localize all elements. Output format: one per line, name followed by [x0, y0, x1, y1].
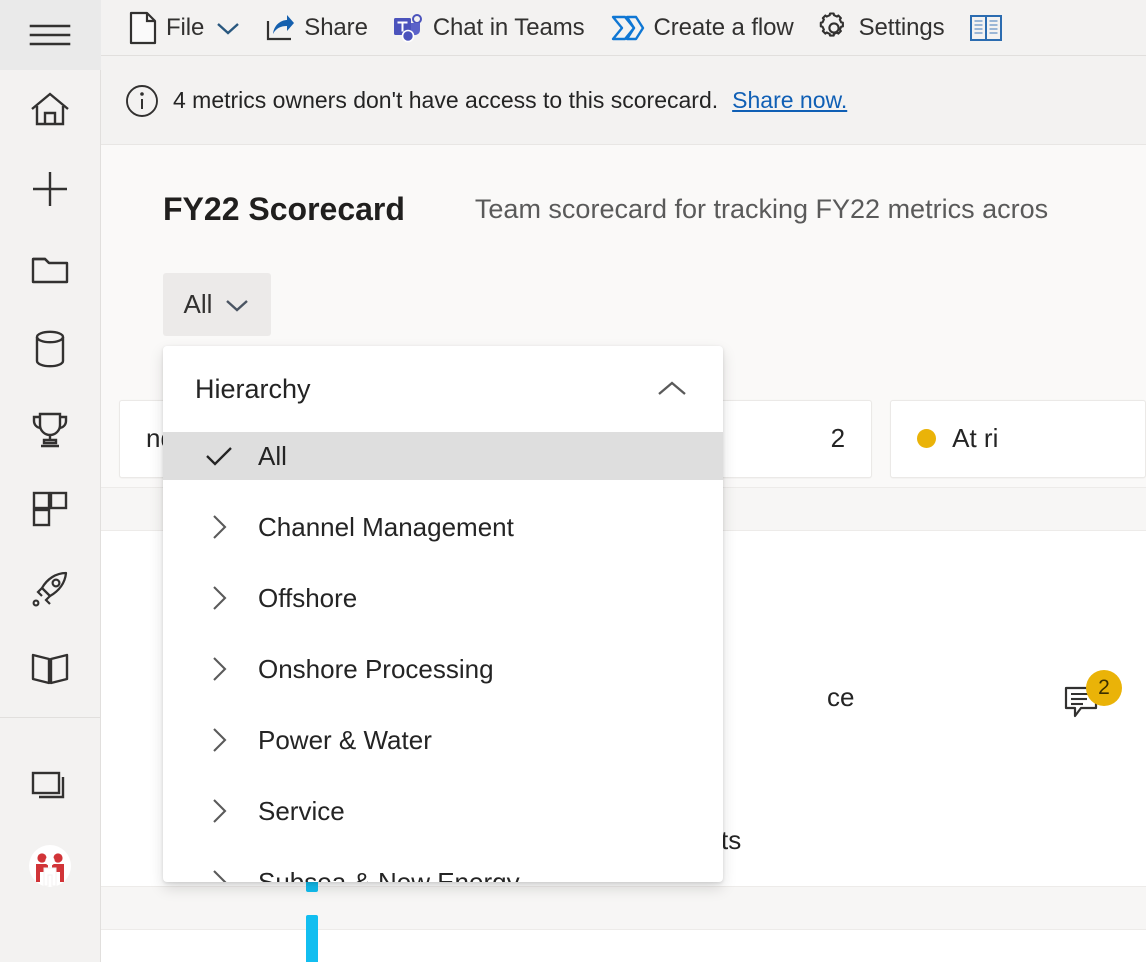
comment-count-button[interactable]: 2: [1063, 683, 1105, 721]
scorecard-header: FY22 Scorecard Team scorecard for tracki…: [101, 145, 1146, 273]
share-now-link[interactable]: Share now.: [732, 87, 847, 114]
page-title: FY22 Scorecard: [163, 191, 405, 228]
file-menu-label: File: [166, 14, 204, 42]
hierarchy-filter-button[interactable]: All: [163, 273, 271, 336]
hierarchy-item-channel-management[interactable]: Channel Management: [163, 503, 723, 551]
chevron-down-icon: [215, 20, 241, 36]
list-gap: [163, 480, 723, 503]
chat-in-teams-label: Chat in Teams: [433, 14, 585, 42]
power-automate-flow-icon: [609, 13, 645, 43]
book-open-icon: [29, 650, 71, 688]
share-arrow-icon: [265, 13, 295, 43]
table-rows-zone: [101, 930, 1146, 962]
list-gap: [163, 764, 723, 787]
file-document-icon: [129, 11, 157, 45]
hierarchy-dropdown-panel: Hierarchy All Channel Management: [163, 346, 723, 882]
gear-icon: [818, 12, 850, 44]
chat-in-teams-button[interactable]: Chat in Teams: [382, 6, 595, 50]
hierarchy-panel-header[interactable]: Hierarchy: [163, 346, 723, 432]
page-subtitle: Team scorecard for tracking FY22 metrics…: [475, 194, 1048, 225]
hierarchy-item-service[interactable]: Service: [163, 787, 723, 835]
hierarchy-item-label: All: [258, 441, 287, 472]
hierarchy-item-label: Offshore: [258, 583, 357, 614]
settings-label: Settings: [859, 14, 945, 42]
chevron-down-icon: [224, 297, 250, 313]
apps-grid-icon: [30, 489, 70, 529]
rail-divider: [0, 717, 101, 718]
home-icon: [29, 90, 71, 130]
sidebar-item-learn[interactable]: [0, 629, 101, 709]
hierarchy-item-onshore-processing[interactable]: Onshore Processing: [163, 645, 723, 693]
hierarchy-item-label: Power & Water: [258, 725, 432, 756]
settings-button[interactable]: Settings: [808, 6, 955, 50]
sidebar-item-home[interactable]: [0, 70, 101, 149]
hierarchy-item-offshore[interactable]: Offshore: [163, 574, 723, 622]
database-cylinder-icon: [32, 328, 68, 370]
sidebar-item-metrics[interactable]: [0, 389, 101, 469]
chevron-right-icon[interactable]: [180, 726, 258, 754]
metric-name: ts: [721, 825, 741, 856]
banner-message: 4 metrics owners don't have access to th…: [173, 87, 718, 114]
plus-icon: [29, 168, 71, 210]
command-toolbar: File Share: [101, 0, 1146, 56]
chevron-up-icon[interactable]: [655, 379, 689, 399]
windows-stack-icon: [29, 767, 71, 805]
table-section-band: [101, 886, 1146, 930]
sidebar-item-datahub[interactable]: [0, 309, 101, 389]
hierarchy-item-label: Onshore Processing: [258, 654, 494, 685]
reading-view-button[interactable]: [959, 6, 1013, 50]
filter-bar: All: [101, 273, 1146, 336]
hierarchy-item-label: Service: [258, 796, 345, 827]
sidebar-item-create[interactable]: [0, 149, 101, 229]
hierarchy-item-label: Channel Management: [258, 512, 514, 543]
row-accent-bar: [306, 915, 318, 962]
share-label: Share: [304, 14, 368, 42]
create-a-flow-button[interactable]: Create a flow: [599, 6, 804, 50]
trophy-icon: [29, 408, 71, 450]
hierarchy-filter-label: All: [184, 289, 213, 320]
share-button[interactable]: Share: [255, 6, 378, 50]
scorecard-app: File Share: [0, 0, 1146, 962]
sidebar-item-workspaces[interactable]: [0, 746, 101, 826]
access-warning-banner: 4 metrics owners don't have access to th…: [101, 57, 1146, 145]
reading-view-book-icon: [969, 13, 1003, 43]
chevron-right-icon[interactable]: [180, 584, 258, 612]
sidebar-item-current-workspace[interactable]: [0, 826, 101, 906]
sidebar-item-deployment[interactable]: [0, 549, 101, 629]
teams-icon: [392, 13, 424, 43]
chevron-right-icon[interactable]: [180, 655, 258, 683]
chevron-right-icon[interactable]: [180, 513, 258, 541]
hierarchy-panel-title: Hierarchy: [195, 374, 311, 405]
left-nav-rail: [0, 0, 101, 962]
info-circle-icon: [125, 84, 159, 118]
list-gap: [163, 622, 723, 645]
folder-icon: [29, 251, 71, 287]
hamburger-menu-button[interactable]: [0, 0, 101, 70]
checkmark-icon: [180, 444, 258, 468]
hierarchy-item-power-and-water[interactable]: Power & Water: [163, 716, 723, 764]
file-menu-button[interactable]: File: [119, 6, 251, 50]
sidebar-item-apps[interactable]: [0, 469, 101, 549]
chevron-right-icon[interactable]: [180, 868, 258, 882]
list-gap: [163, 835, 723, 858]
summary-card-at-risk[interactable]: At ri: [890, 400, 1146, 478]
metric-name: ce: [827, 682, 854, 713]
list-gap: [163, 551, 723, 574]
list-gap: [163, 693, 723, 716]
hierarchy-item-list: All Channel Management Offshore: [163, 432, 723, 882]
chevron-right-icon[interactable]: [180, 797, 258, 825]
summary-card-behind-value: 2: [831, 423, 845, 454]
status-dot-at-risk: [917, 429, 936, 448]
comment-count-badge: 2: [1086, 670, 1122, 706]
sidebar-item-browse[interactable]: [0, 229, 101, 309]
hamburger-menu-icon: [28, 20, 72, 50]
hierarchy-item-subsea-and-new-energy[interactable]: Subsea & New Energy: [163, 858, 723, 882]
summary-card-at-risk-label: At ri: [952, 423, 998, 454]
rocket-icon: [29, 568, 71, 610]
create-a-flow-label: Create a flow: [654, 14, 794, 42]
hierarchy-item-all[interactable]: All: [163, 432, 723, 480]
workspace-people-avatar: [27, 843, 73, 889]
hierarchy-item-label: Subsea & New Energy: [258, 867, 520, 883]
